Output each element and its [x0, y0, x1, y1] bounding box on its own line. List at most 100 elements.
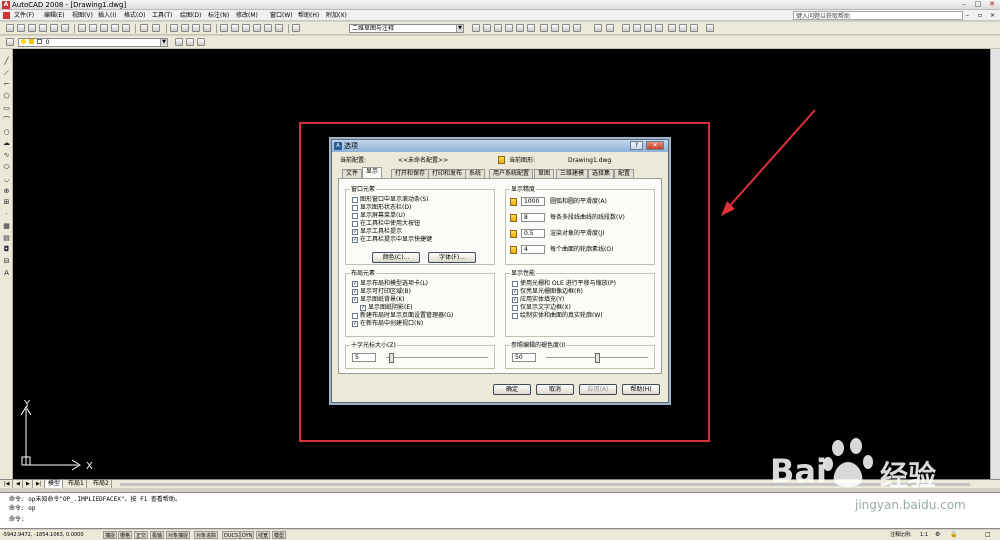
- tab-system[interactable]: 系统: [465, 169, 486, 178]
- tab-drafting[interactable]: 草图: [534, 169, 555, 178]
- checkbox-row[interactable]: 仅显示文字边框(X): [512, 304, 616, 312]
- checkbox-unchecked[interactable]: [352, 204, 358, 211]
- ellipse-arc-icon[interactable]: ◡: [2, 175, 11, 184]
- doc-close-icon[interactable]: ×: [990, 11, 995, 20]
- copy-icon[interactable]: [89, 24, 97, 32]
- dialog-help-icon[interactable]: ?: [630, 141, 643, 150]
- next-tab-icon[interactable]: ▶: [24, 480, 33, 488]
- paste-icon[interactable]: [100, 24, 108, 32]
- tab-display[interactable]: 显示: [362, 167, 383, 178]
- checkbox-checked[interactable]: ✓: [352, 280, 358, 287]
- construction-line-icon[interactable]: ⟋: [2, 69, 11, 78]
- crosshair-size-slider[interactable]: [389, 353, 395, 363]
- region-icon[interactable]: ◘: [2, 245, 11, 254]
- checkbox-row[interactable]: ✓ 显示工具栏提示: [352, 228, 432, 236]
- revision-cloud-icon[interactable]: ☁: [2, 139, 11, 148]
- annotation-visibility-icon[interactable]: ⚙: [935, 531, 940, 538]
- open-icon[interactable]: [17, 24, 25, 32]
- checkbox-row[interactable]: 显示屏幕菜单(U): [352, 212, 432, 220]
- doc-minimize-icon[interactable]: –: [966, 11, 969, 20]
- tab-selection[interactable]: 选择集: [588, 169, 615, 178]
- plot-icon[interactable]: [39, 24, 47, 32]
- checkbox-checked[interactable]: ✓: [512, 296, 518, 303]
- tab-files[interactable]: 文件: [342, 169, 363, 178]
- cut-icon[interactable]: [78, 24, 86, 32]
- model-toggle[interactable]: 模型: [272, 531, 287, 539]
- tab-profiles[interactable]: 配置: [614, 169, 635, 178]
- prev-tab-icon[interactable]: ◀: [14, 480, 23, 488]
- help-button[interactable]: 帮助(H): [622, 384, 660, 395]
- match-properties-icon[interactable]: [111, 24, 119, 32]
- tab-3d-modeling[interactable]: 三维建模: [556, 169, 589, 178]
- maximize-icon[interactable]: □: [972, 0, 984, 9]
- menu-draw[interactable]: 绘图(D): [180, 11, 201, 20]
- resolution-input[interactable]: 1000: [521, 197, 545, 206]
- tab-layout1[interactable]: 布局1: [66, 480, 87, 488]
- hatch-icon[interactable]: ▦: [2, 222, 11, 231]
- checkbox-checked[interactable]: ✓: [512, 288, 518, 295]
- properties-icon[interactable]: [668, 24, 676, 32]
- snap-toggle[interactable]: 捕捉: [103, 531, 118, 539]
- vertical-scrollbar[interactable]: [990, 49, 1000, 479]
- cut-icon[interactable]: [540, 24, 548, 32]
- menu-edit[interactable]: 编辑(E): [44, 11, 64, 20]
- checkbox-row[interactable]: ✓ 应用实体填充(Y): [512, 296, 616, 304]
- resolution-input[interactable]: 0.5: [521, 229, 545, 238]
- circle-icon[interactable]: ○: [2, 128, 11, 137]
- checkbox-row[interactable]: ✓ 仅亮显光栅图像边框(R): [512, 288, 616, 296]
- menu-tools[interactable]: 工具(T): [152, 11, 172, 20]
- last-tab-icon[interactable]: ▶|: [34, 480, 45, 488]
- menu-modify[interactable]: 修改(M): [236, 11, 258, 20]
- first-tab-icon[interactable]: |◀: [2, 480, 13, 488]
- multiline-text-icon[interactable]: A: [2, 269, 11, 278]
- checkbox-row[interactable]: ✓ 在新布局中创建视口(N): [352, 320, 453, 328]
- block-editor-icon[interactable]: [122, 24, 130, 32]
- tab-layout2[interactable]: 布局2: [91, 480, 112, 488]
- dyn-toggle[interactable]: DYN: [240, 531, 255, 539]
- polyline-icon[interactable]: ⌐: [2, 80, 11, 89]
- make-block-icon[interactable]: ⊞: [2, 198, 11, 207]
- menu-insert[interactable]: 插入(I): [98, 11, 116, 20]
- checkbox-row[interactable]: 显示图形状态栏(D): [352, 204, 432, 212]
- sheet-set-icon[interactable]: [253, 24, 261, 32]
- rectangle-icon[interactable]: ▭: [2, 104, 11, 113]
- tab-plot-publish[interactable]: 打印和发布: [428, 169, 467, 178]
- layer-previous-icon[interactable]: [186, 38, 194, 46]
- crosshair-size-input[interactable]: 5: [352, 353, 376, 362]
- undo-icon[interactable]: [594, 24, 602, 32]
- save-icon[interactable]: [28, 24, 36, 32]
- polar-toggle[interactable]: 极轴: [150, 531, 165, 539]
- fonts-button[interactable]: 字体(F)...: [428, 252, 476, 263]
- xref-fade-input[interactable]: 50: [512, 353, 536, 362]
- ortho-toggle[interactable]: 正交: [134, 531, 149, 539]
- polygon-icon[interactable]: ⬠: [2, 92, 11, 101]
- checkbox-checked[interactable]: ✓: [352, 296, 358, 303]
- zoom-window-icon[interactable]: [644, 24, 652, 32]
- layer-states-icon[interactable]: [197, 38, 205, 46]
- match-properties-icon[interactable]: [573, 24, 581, 32]
- layer-select[interactable]: 0 ▼: [18, 38, 168, 47]
- pan-icon[interactable]: [622, 24, 630, 32]
- plot-icon[interactable]: [505, 24, 513, 32]
- checkbox-row[interactable]: ✓ 显示图纸背景(K): [352, 296, 453, 304]
- checkbox-checked[interactable]: ✓: [352, 320, 358, 327]
- checkbox-row[interactable]: 图形窗口中显示滚动条(S): [352, 196, 432, 204]
- checkbox-checked[interactable]: ✓: [352, 288, 358, 295]
- copy-icon[interactable]: [551, 24, 559, 32]
- zoom-realtime-icon[interactable]: [181, 24, 189, 32]
- clean-screen-icon[interactable]: □: [985, 531, 991, 538]
- new-icon[interactable]: [6, 24, 14, 32]
- calculator-icon[interactable]: [690, 24, 698, 32]
- menu-format[interactable]: 格式(O): [124, 11, 145, 20]
- spline-icon[interactable]: ∿: [2, 151, 11, 160]
- otrack-toggle[interactable]: 对象追踪: [194, 531, 219, 539]
- paste-icon[interactable]: [562, 24, 570, 32]
- redo-icon[interactable]: [152, 24, 160, 32]
- checkbox-row[interactable]: ✓ 显示图纸阴影(E): [352, 304, 453, 312]
- checkbox-checked[interactable]: ✓: [352, 236, 358, 243]
- checkbox-unchecked[interactable]: [512, 280, 518, 287]
- xref-fade-slider[interactable]: [595, 353, 600, 363]
- design-center-icon[interactable]: [679, 24, 687, 32]
- help-icon[interactable]: [292, 24, 300, 32]
- colors-button[interactable]: 颜色(C)...: [372, 252, 420, 263]
